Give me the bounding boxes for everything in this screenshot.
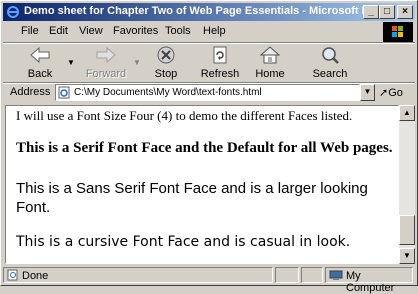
menu-bar: File Edit View Favorites Tools Help	[3, 22, 415, 42]
back-arrow-icon	[30, 46, 50, 64]
menu-view[interactable]: View	[79, 25, 103, 37]
stop-button[interactable]: Stop	[141, 44, 191, 80]
forward-dropdown-arrow-icon[interactable]: ▼	[133, 58, 141, 67]
intro-text: I will use a Font Size Four (4) to demo …	[16, 108, 353, 123]
my-computer-icon	[329, 270, 343, 280]
vertical-scrollbar[interactable]: ▲ ▼	[399, 105, 415, 264]
ie-logo-icon	[7, 6, 19, 18]
status-pane-empty	[275, 267, 299, 283]
scroll-up-arrow-icon[interactable]: ▲	[399, 105, 415, 121]
home-icon	[259, 46, 281, 64]
search-label: Search	[312, 68, 348, 80]
menu-file[interactable]: File	[21, 25, 39, 37]
stop-label: Stop	[154, 68, 178, 80]
menu-edit[interactable]: Edit	[49, 25, 68, 37]
address-value: C:\My Documents\My Word\text-fonts.html	[74, 87, 262, 98]
refresh-icon	[213, 46, 227, 64]
maximize-button[interactable]: □	[379, 5, 395, 19]
back-dropdown-arrow-icon[interactable]: ▼	[67, 58, 75, 67]
status-pane-empty-2	[301, 267, 323, 283]
go-label: Go	[388, 87, 403, 99]
status-pane: Done	[3, 267, 273, 283]
page-content: I will use a Font Size Four (4) to demo …	[5, 105, 399, 264]
status-bar: Done My Computer	[3, 266, 415, 294]
forward-arrow-icon	[96, 46, 116, 64]
forward-label: Forward	[85, 68, 127, 80]
go-arrow-icon: ➚	[379, 87, 389, 99]
home-button[interactable]: Home	[245, 44, 295, 80]
title-bar[interactable]: Demo sheet for Chapter Two of Web Page E…	[3, 3, 415, 21]
window-title: Demo sheet for Chapter Two of Web Page E…	[24, 5, 381, 17]
go-button[interactable]: ➚Go	[379, 86, 403, 99]
cursive-sample-text: This is a cursive Font Face and is casua…	[16, 234, 351, 250]
menu-favorites[interactable]: Favorites	[113, 25, 158, 37]
scroll-down-arrow-icon[interactable]: ▼	[399, 248, 415, 264]
page-done-icon	[7, 269, 18, 281]
address-label: Address	[10, 86, 51, 98]
search-button[interactable]: Search	[305, 44, 355, 80]
address-dropdown-arrow-icon[interactable]: ▼	[360, 84, 375, 101]
close-button[interactable]: ×	[397, 5, 413, 19]
stop-icon	[157, 46, 175, 64]
page-icon	[58, 86, 70, 99]
zone-pane: My Computer	[325, 267, 413, 294]
forward-button[interactable]: Forward	[81, 44, 131, 80]
back-button[interactable]: Back	[15, 44, 65, 80]
menu-tools[interactable]: Tools	[165, 25, 191, 37]
home-label: Home	[255, 68, 285, 80]
windows-logo-icon	[383, 22, 413, 42]
zone-text: My Computer	[346, 270, 395, 294]
sans-serif-sample-text: This is a Sans Serif Font Face and is a …	[16, 180, 368, 216]
address-bar: Address C:\My Documents\My Word\text-fon…	[3, 83, 415, 103]
browser-window: Demo sheet for Chapter Two of Web Page E…	[0, 0, 418, 294]
refresh-label: Refresh	[200, 68, 240, 80]
menu-help[interactable]: Help	[203, 25, 226, 37]
serif-sample-text: This is a Serif Font Face and the Defaul…	[16, 140, 393, 156]
minimize-button[interactable]: _	[363, 5, 379, 19]
search-icon	[322, 47, 339, 64]
scroll-thumb[interactable]	[399, 215, 415, 245]
refresh-button[interactable]: Refresh	[195, 44, 245, 80]
back-label: Back	[27, 68, 53, 80]
status-text: Done	[22, 270, 49, 282]
toolbar: Back ▼ Forward ▼ Stop Refresh Home Searc…	[3, 44, 415, 82]
address-input[interactable]: C:\My Documents\My Word\text-fonts.html	[55, 84, 360, 101]
